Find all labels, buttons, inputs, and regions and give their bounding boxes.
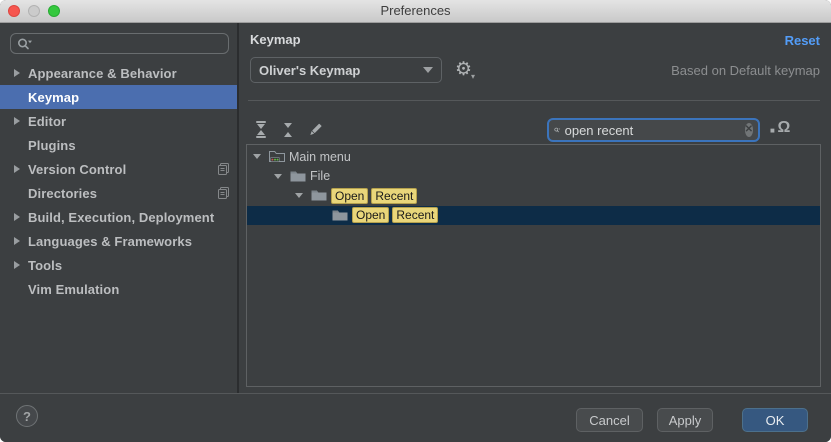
keymap-toolbar xyxy=(253,121,323,138)
help-button[interactable]: ? xyxy=(16,405,38,427)
tree-row-main-menu[interactable]: Main menu xyxy=(247,147,820,167)
find-shortcut-icon[interactable]: ■ Ω xyxy=(770,119,790,137)
close-icon[interactable] xyxy=(8,5,20,17)
expand-arrow-icon[interactable] xyxy=(14,208,28,226)
window-title: Preferences xyxy=(0,0,831,22)
per-project-icon xyxy=(218,187,229,199)
cancel-button[interactable]: Cancel xyxy=(576,408,643,432)
action-search-input[interactable] xyxy=(561,123,745,138)
minimize-icon[interactable] xyxy=(28,5,40,17)
expand-arrow-icon[interactable] xyxy=(14,64,28,82)
apply-button[interactable]: Apply xyxy=(657,408,713,432)
clear-icon[interactable]: ✕ xyxy=(745,123,753,137)
tree-row-label: OpenRecent xyxy=(331,188,420,204)
reset-link[interactable]: Reset xyxy=(785,33,820,48)
sidebar-item-version-control[interactable]: Version Control xyxy=(0,157,237,181)
sidebar-item-label: Plugins xyxy=(28,138,76,153)
preferences-window: Preferences Appearance & Behavior Keymap E… xyxy=(0,0,831,442)
expand-all-icon[interactable] xyxy=(253,121,269,138)
sidebar-item-tools[interactable]: Tools xyxy=(0,253,237,277)
sidebar-item-build-execution-deployment[interactable]: Build, Execution, Deployment xyxy=(0,205,237,229)
sidebar-item-languages-frameworks[interactable]: Languages & Frameworks xyxy=(0,229,237,253)
zoom-icon[interactable] xyxy=(48,5,60,17)
chevron-down-icon xyxy=(423,67,433,73)
settings-search-box[interactable] xyxy=(10,33,229,54)
settings-sidebar: Appearance & Behavior Keymap Editor Plugins… xyxy=(0,23,239,393)
page-title: Keymap xyxy=(250,32,301,47)
traffic-lights xyxy=(8,5,60,17)
per-project-icon xyxy=(218,163,229,175)
tree-row-label: File xyxy=(310,169,330,183)
sidebar-item-plugins[interactable]: Plugins xyxy=(0,133,237,157)
sidebar-item-label: Appearance & Behavior xyxy=(28,66,177,81)
main-menu-icon xyxy=(269,150,285,163)
keymap-select-value: Oliver's Keymap xyxy=(259,63,423,78)
tree-expander-icon[interactable] xyxy=(293,193,311,198)
expand-arrow-icon[interactable] xyxy=(14,232,28,250)
sidebar-item-label: Build, Execution, Deployment xyxy=(28,210,214,225)
keymap-tree: Main menuFileOpenRecentOpenRecent xyxy=(246,144,821,387)
tree-row-file[interactable]: File xyxy=(247,167,820,187)
sidebar-item-appearance-behavior[interactable]: Appearance & Behavior xyxy=(0,61,237,85)
sidebar-nav: Appearance & Behavior Keymap Editor Plugins… xyxy=(0,61,237,301)
titlebar: Preferences xyxy=(0,0,831,23)
gear-icon[interactable]: ⚙▾ xyxy=(455,59,475,88)
settings-search-input[interactable] xyxy=(33,36,228,51)
ok-button[interactable]: OK xyxy=(742,408,808,432)
folder-icon xyxy=(311,189,327,202)
folder-icon xyxy=(290,170,306,183)
sidebar-item-editor[interactable]: Editor xyxy=(0,109,237,133)
sidebar-item-label: Tools xyxy=(28,258,62,273)
sidebar-item-label: Vim Emulation xyxy=(28,282,119,297)
footer-bar: ? Cancel Apply OK xyxy=(0,393,831,442)
tree-expander-icon[interactable] xyxy=(251,154,269,159)
sidebar-item-vim-emulation[interactable]: Vim Emulation xyxy=(0,277,237,301)
sidebar-item-directories[interactable]: Directories xyxy=(0,181,237,205)
expand-arrow-icon[interactable] xyxy=(14,112,28,130)
action-search-field[interactable]: ✕ xyxy=(547,118,760,142)
sidebar-item-label: Version Control xyxy=(28,162,126,177)
search-icon xyxy=(554,123,561,137)
tree-expander-icon[interactable] xyxy=(272,174,290,179)
expand-arrow-icon[interactable] xyxy=(14,160,28,178)
sidebar-item-label: Languages & Frameworks xyxy=(28,234,192,249)
search-match-highlight: Open xyxy=(352,207,389,223)
header-divider xyxy=(248,100,820,101)
edit-pencil-icon[interactable] xyxy=(307,121,323,138)
tree-row-label: OpenRecent xyxy=(352,207,441,223)
sidebar-item-keymap[interactable]: Keymap xyxy=(0,85,237,109)
search-match-highlight: Recent xyxy=(371,188,417,204)
search-icon xyxy=(17,37,33,51)
search-match-highlight: Open xyxy=(331,188,368,204)
folder-icon xyxy=(332,209,348,222)
expand-arrow-icon[interactable] xyxy=(14,256,28,274)
sidebar-item-label: Keymap xyxy=(28,90,79,105)
sidebar-item-label: Directories xyxy=(28,186,97,201)
tree-row-open-recent[interactable]: OpenRecent xyxy=(247,186,820,206)
chevron-down-icon: ▾ xyxy=(471,72,475,81)
tree-row-label: Main menu xyxy=(289,150,351,164)
keymap-select[interactable]: Oliver's Keymap xyxy=(250,57,442,83)
sidebar-item-label: Editor xyxy=(28,114,66,129)
collapse-all-icon[interactable] xyxy=(280,121,296,138)
tree-row-open-recent-selected[interactable]: OpenRecent xyxy=(247,206,820,226)
keymap-panel: Keymap Reset Oliver's Keymap ⚙▾ Based on… xyxy=(239,23,831,393)
based-on-label: Based on Default keymap xyxy=(671,63,820,78)
search-match-highlight: Recent xyxy=(392,207,438,223)
